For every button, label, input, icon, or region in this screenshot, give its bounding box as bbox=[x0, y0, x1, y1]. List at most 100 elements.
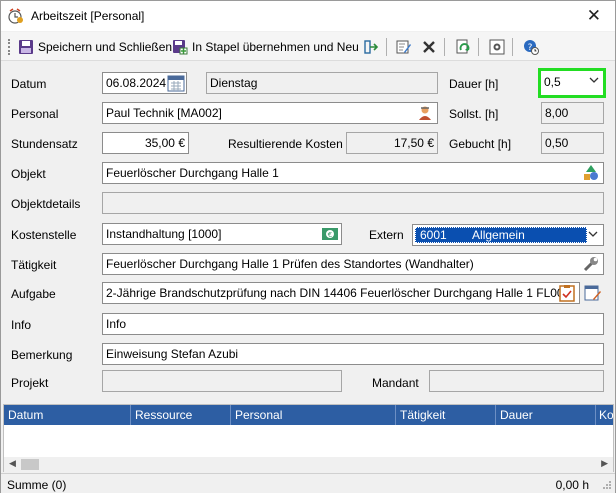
person-lookup-icon[interactable] bbox=[416, 104, 434, 122]
grid-header: Datum Ressource Personal Tätigkeit Dauer… bbox=[4, 405, 614, 425]
datum-field[interactable]: 06.08.2024 bbox=[102, 72, 187, 94]
column-header[interactable]: Dauer bbox=[500, 408, 533, 422]
refresh-icon[interactable] bbox=[455, 39, 471, 55]
object-lookup-icon[interactable] bbox=[582, 164, 600, 182]
save-close-label: Speichern und Schließen bbox=[38, 40, 173, 54]
datum-value: 06.08.2024 bbox=[106, 76, 167, 90]
projekt-label: Projekt bbox=[11, 376, 49, 390]
datum-label: Datum bbox=[11, 77, 47, 91]
weekday-field: Dienstag bbox=[206, 72, 438, 94]
column-header[interactable]: Ko bbox=[599, 408, 614, 422]
taetigkeit-field[interactable]: Feuerlöscher Durchgang Halle 1 Prüfen de… bbox=[102, 253, 604, 275]
delete-icon[interactable] bbox=[421, 39, 437, 55]
personal-field[interactable]: Paul Technik [MA002] bbox=[102, 102, 438, 124]
toolbar: Speichern und Schließen In Stapel überne… bbox=[1, 32, 615, 61]
aufgabe-field[interactable]: 2-Jährige Brandschutzprüfung nach DIN 14… bbox=[102, 282, 580, 304]
taetigkeit-label: Tätigkeit bbox=[11, 258, 57, 272]
status-bar: Summe (0) 0,00 h bbox=[1, 473, 615, 493]
mandant-label: Mandant bbox=[372, 376, 419, 390]
batch-new-button[interactable]: In Stapel übernehmen und Neu bbox=[172, 36, 359, 58]
edit-task-icon[interactable] bbox=[584, 284, 602, 302]
dauer-label: Dauer [h] bbox=[449, 77, 499, 91]
aufgabe-label: Aufgabe bbox=[11, 287, 56, 301]
objektdetails-field bbox=[102, 192, 604, 214]
window-title: Arbeitszeit [Personal] bbox=[31, 9, 145, 23]
kostenstelle-label: Kostenstelle bbox=[11, 228, 77, 242]
info-value: Info bbox=[106, 317, 127, 331]
toolbar-separator bbox=[512, 38, 513, 56]
aufgabe-value: 2-Jährige Brandschutzprüfung nach DIN 14… bbox=[106, 286, 571, 300]
projekt-field bbox=[102, 370, 342, 392]
kostenstelle-value: Instandhaltung [1000] bbox=[106, 227, 222, 241]
cost-center-lookup-icon[interactable]: € bbox=[321, 225, 339, 243]
objekt-field[interactable]: Feuerlöscher Durchgang Halle 1 bbox=[102, 162, 604, 184]
stundensatz-value: 35,00 € bbox=[144, 136, 185, 150]
resize-grip-icon[interactable] bbox=[602, 480, 612, 490]
edit-icon[interactable] bbox=[396, 39, 412, 55]
chevron-down-icon[interactable] bbox=[589, 75, 599, 88]
objekt-label: Objekt bbox=[11, 167, 46, 181]
resultierende-label: Resultierende Kosten bbox=[228, 137, 343, 151]
column-header[interactable]: Tätigkeit bbox=[400, 408, 445, 422]
task-lookup-icon[interactable] bbox=[558, 284, 576, 302]
toolbar-grip[interactable] bbox=[8, 39, 10, 55]
personal-label: Personal bbox=[11, 107, 59, 121]
toolbar-separator bbox=[478, 38, 479, 56]
sum-count: Summe (0) bbox=[7, 478, 67, 492]
column-header[interactable]: Datum bbox=[8, 408, 43, 422]
bemerkung-value: Einweisung Stefan Azubi bbox=[106, 347, 239, 361]
weekday-value: Dienstag bbox=[210, 76, 258, 90]
wrench-icon[interactable] bbox=[582, 255, 600, 273]
svg-text:€: € bbox=[328, 231, 332, 239]
gebucht-value: 0,50 bbox=[545, 136, 569, 150]
gebucht-field: 0,50 bbox=[541, 132, 604, 154]
sum-total: 0,00 h bbox=[555, 478, 589, 492]
column-header[interactable]: Personal bbox=[235, 408, 282, 422]
extern-selected-value: 6001 Allgemein bbox=[415, 227, 587, 243]
save-close-button[interactable]: Speichern und Schließen bbox=[18, 36, 172, 58]
batch-save-icon bbox=[173, 40, 188, 55]
dauer-combobox[interactable]: 0,5 bbox=[538, 68, 606, 98]
sollst-value: 8,00 bbox=[545, 106, 569, 120]
exit-icon[interactable] bbox=[363, 39, 379, 55]
scrollbar-thumb[interactable] bbox=[21, 459, 39, 470]
close-icon[interactable]: ✕ bbox=[587, 6, 601, 26]
calendar-icon[interactable] bbox=[167, 74, 185, 92]
settings-icon[interactable] bbox=[489, 39, 505, 55]
extern-select[interactable]: 6001 Allgemein bbox=[412, 224, 604, 246]
scroll-left-icon[interactable]: ◀ bbox=[9, 458, 16, 469]
horizontal-scrollbar[interactable]: ◀ ▶ bbox=[4, 457, 613, 472]
stundensatz-field[interactable]: 35,00 € bbox=[102, 132, 189, 154]
dauer-value: 0,5 bbox=[544, 75, 561, 89]
objekt-value: Feuerlöscher Durchgang Halle 1 bbox=[106, 166, 279, 180]
stundensatz-label: Stundensatz bbox=[11, 137, 78, 151]
kostenstelle-field[interactable]: Instandhaltung [1000] € bbox=[102, 223, 342, 245]
resultierende-field: 17,50 € bbox=[346, 132, 438, 154]
title-bar: Arbeitszeit [Personal] ✕ bbox=[1, 1, 615, 31]
taetigkeit-value: Feuerlöscher Durchgang Halle 1 Prüfen de… bbox=[106, 257, 474, 271]
gebucht-label: Gebucht [h] bbox=[449, 137, 512, 151]
time-entries-grid[interactable]: Datum Ressource Personal Tätigkeit Dauer… bbox=[3, 404, 614, 472]
dialog-window: Arbeitszeit [Personal] ✕ Speichern und S… bbox=[0, 0, 616, 493]
scroll-right-icon[interactable]: ▶ bbox=[601, 458, 608, 469]
save-icon bbox=[19, 40, 33, 54]
info-field[interactable]: Info bbox=[102, 313, 604, 335]
personal-value: Paul Technik [MA002] bbox=[106, 106, 222, 120]
bemerkung-label: Bemerkung bbox=[11, 348, 73, 362]
help-icon[interactable]: ? bbox=[523, 39, 539, 55]
info-label: Info bbox=[11, 318, 32, 332]
toolbar-separator bbox=[444, 38, 445, 56]
extern-label: Extern bbox=[369, 228, 404, 242]
toolbar-separator bbox=[386, 38, 387, 56]
extern-code: 6001 bbox=[420, 228, 447, 242]
objektdetails-label: Objektdetails bbox=[11, 197, 81, 211]
chevron-down-icon[interactable] bbox=[588, 229, 598, 242]
clock-app-icon bbox=[8, 8, 23, 24]
bemerkung-field[interactable]: Einweisung Stefan Azubi bbox=[102, 343, 604, 365]
sollst-label: Sollst. [h] bbox=[449, 107, 499, 121]
batch-new-label: In Stapel übernehmen und Neu bbox=[192, 40, 359, 54]
column-header[interactable]: Ressource bbox=[135, 408, 192, 422]
resultierende-value: 17,50 € bbox=[393, 136, 434, 150]
extern-name: Allgemein bbox=[472, 228, 525, 242]
mandant-field bbox=[429, 370, 604, 392]
